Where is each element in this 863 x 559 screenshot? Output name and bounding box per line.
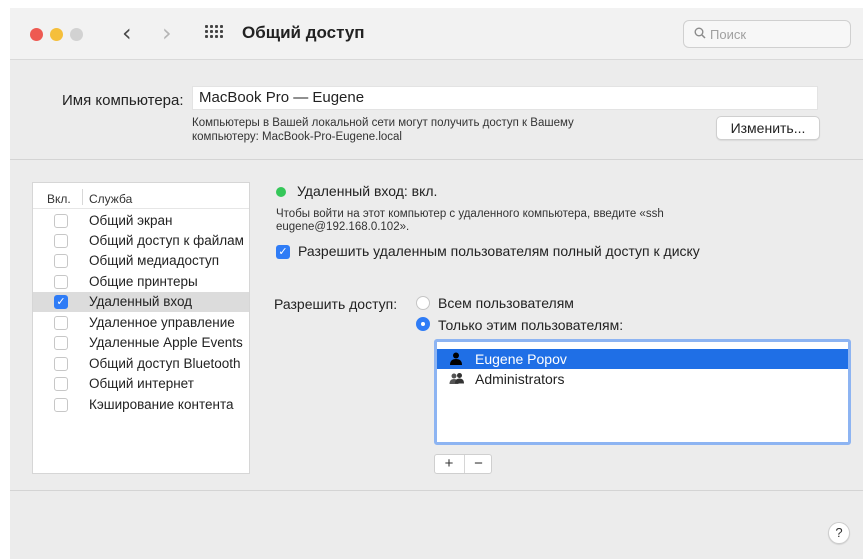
zoom-window-button[interactable]: [70, 28, 83, 41]
service-checkbox[interactable]: [54, 357, 68, 371]
service-checkbox[interactable]: [54, 234, 68, 248]
header-service[interactable]: Служба: [89, 192, 132, 206]
service-row-selected[interactable]: ✓ Удаленный вход: [33, 292, 249, 312]
user-row-selected[interactable]: Eugene Popov: [437, 349, 848, 369]
all-users-radio[interactable]: [416, 296, 430, 310]
window-title: Общий доступ: [242, 23, 365, 42]
service-checkbox[interactable]: [54, 377, 68, 391]
service-row[interactable]: Общий доступ Bluetooth: [33, 354, 249, 374]
group-icon: [449, 372, 465, 388]
service-row[interactable]: Удаленные Apple Events: [33, 333, 249, 353]
service-checkbox[interactable]: [54, 254, 68, 268]
service-label: Общий доступ к файлам: [89, 233, 244, 248]
only-these-users-label[interactable]: Только этим пользователям:: [438, 317, 623, 333]
service-checkbox[interactable]: [54, 316, 68, 330]
ssh-hint: Чтобы войти на этот компьютер с удаленно…: [276, 208, 746, 234]
only-these-users-radio[interactable]: [416, 317, 430, 331]
computer-name-field[interactable]: MacBook Pro — Eugene: [192, 86, 818, 110]
help-button[interactable]: ?: [828, 522, 850, 544]
service-label: Удаленный вход: [89, 294, 193, 309]
service-checkbox[interactable]: [54, 214, 68, 228]
full-disk-access-label[interactable]: Разрешить удаленным пользователям полный…: [298, 243, 700, 259]
service-label: Общие принтеры: [89, 274, 198, 289]
service-row[interactable]: Общий медиадоступ: [33, 251, 249, 271]
service-label: Удаленное управление: [89, 315, 235, 330]
service-label: Общий экран: [89, 213, 173, 228]
status-text: Удаленный вход: вкл.: [297, 183, 438, 199]
service-row[interactable]: Общие принтеры: [33, 272, 249, 292]
services-list: Вкл. Служба Общий экран Общий доступ к ф…: [32, 182, 250, 474]
full-disk-access-checkbox[interactable]: ✓: [276, 245, 290, 259]
change-name-button[interactable]: Изменить...: [716, 116, 820, 140]
bottom-bar: [10, 490, 863, 559]
services-list-header: Вкл. Служба: [33, 183, 249, 209]
back-button[interactable]: ‹: [122, 20, 132, 46]
service-row[interactable]: Общий доступ к файлам: [33, 231, 249, 251]
remove-user-button[interactable]: −: [464, 455, 492, 473]
service-checkbox[interactable]: [54, 336, 68, 350]
user-name: Administrators: [475, 371, 565, 387]
header-on[interactable]: Вкл.: [47, 192, 71, 206]
search-placeholder: Поиск: [710, 27, 747, 42]
user-row[interactable]: Administrators: [437, 369, 848, 389]
service-checkbox[interactable]: [54, 398, 68, 412]
title-bar: ‹ › Общий доступ Поиск: [10, 8, 863, 60]
person-icon: [449, 352, 463, 368]
computer-name-section: Имя компьютера: MacBook Pro — Eugene Ком…: [10, 60, 863, 160]
service-row[interactable]: Кэширование контента: [33, 395, 249, 415]
allow-access-label: Разрешить доступ:: [274, 296, 398, 312]
service-row[interactable]: Общий интернет: [33, 374, 249, 394]
service-checkbox-checked[interactable]: ✓: [54, 295, 68, 309]
sharing-window: ‹ › Общий доступ Поиск Имя компьютера: M…: [10, 8, 863, 559]
allowed-users-list: Eugene Popov Administrators: [434, 339, 851, 445]
all-users-label[interactable]: Всем пользователям: [438, 295, 574, 311]
note-line-1: Компьютеры в Вашей локальной сети могут …: [192, 117, 574, 129]
minimize-window-button[interactable]: [50, 28, 63, 41]
computer-name-note: Компьютеры в Вашей локальной сети могут …: [192, 116, 692, 144]
header-divider: [82, 189, 83, 205]
show-all-grid-icon[interactable]: [205, 25, 223, 39]
service-label: Общий доступ Bluetooth: [89, 356, 241, 371]
forward-button[interactable]: ›: [162, 20, 172, 46]
magnifier-icon: [694, 26, 706, 42]
service-row[interactable]: Общий экран: [33, 211, 249, 231]
add-user-button[interactable]: +: [435, 455, 463, 473]
service-label: Удаленные Apple Events: [89, 335, 243, 350]
service-checkbox[interactable]: [54, 275, 68, 289]
service-label: Кэширование контента: [89, 397, 234, 412]
service-row[interactable]: Удаленное управление: [33, 313, 249, 333]
search-field[interactable]: Поиск: [683, 20, 851, 48]
note-line-2: компьютеру: MacBook-Pro-Eugene.local: [192, 131, 402, 143]
user-name: Eugene Popov: [475, 351, 567, 367]
close-window-button[interactable]: [30, 28, 43, 41]
add-remove-control: + −: [434, 454, 492, 474]
computer-name-label: Имя компьютера:: [62, 92, 184, 109]
hint-line-1: Чтобы войти на этот компьютер с удаленно…: [276, 208, 664, 220]
hint-line-2: eugene@192.168.0.102».: [276, 221, 410, 233]
status-indicator-icon: [276, 187, 286, 197]
service-label: Общий интернет: [89, 376, 194, 391]
service-label: Общий медиадоступ: [89, 253, 220, 268]
